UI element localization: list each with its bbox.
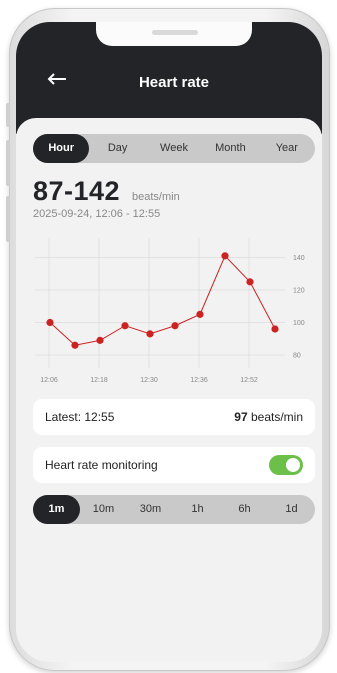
page-title: Heart rate	[138, 74, 210, 91]
tab-hour[interactable]: Hour	[33, 134, 90, 163]
data-point	[246, 278, 254, 286]
tab-1h[interactable]: 1h	[174, 495, 221, 524]
x-tick-label: 12:18	[90, 377, 108, 384]
data-point	[71, 341, 79, 349]
phone-volume-down-button	[6, 196, 10, 242]
data-point	[121, 322, 129, 330]
toggle-knob	[286, 458, 300, 472]
phone-notch	[96, 22, 252, 46]
y-tick-label: 120	[293, 288, 305, 295]
heart-rate-range: 87-142	[33, 176, 121, 206]
latest-bpm: 97	[234, 410, 248, 424]
heart-rate-line	[49, 254, 276, 346]
heart-rate-chart: 80 100 120 140 12:06 12:18 12:30 12:36 12:52	[35, 238, 305, 384]
tab-1m[interactable]: 1m	[33, 495, 80, 524]
latest-reading-label: Latest: 12:55	[45, 410, 115, 424]
x-tick-label: 12:06	[40, 377, 58, 384]
heart-rate-unit: beats/min	[132, 191, 180, 203]
tab-year[interactable]: Year	[259, 134, 315, 163]
time-range: 2025-09-24, 12:06 - 12:55	[33, 208, 161, 220]
monitoring-toggle[interactable]	[269, 455, 303, 475]
y-tick-label: 100	[293, 320, 305, 327]
data-point	[46, 318, 54, 327]
y-tick-label: 80	[293, 353, 301, 360]
tab-month[interactable]: Month	[202, 134, 258, 163]
tab-week[interactable]: Week	[146, 134, 202, 163]
x-tick-label: 12:30	[140, 377, 158, 384]
interval-selector: 1m 10m 30m 1h 6h 1d	[33, 495, 315, 524]
data-point	[271, 325, 279, 333]
x-tick-label: 12:52	[240, 377, 258, 384]
data-point	[196, 310, 204, 318]
period-selector: Hour Day Week Month Year	[33, 134, 315, 163]
tab-1d[interactable]: 1d	[268, 495, 315, 524]
y-tick-label: 140	[293, 255, 305, 262]
tab-day[interactable]: Day	[89, 134, 145, 163]
data-point	[96, 336, 104, 344]
data-point	[146, 330, 154, 338]
latest-reading-card: Latest: 12:55 97 beats/min	[33, 399, 315, 435]
speaker-slot	[152, 30, 198, 35]
x-tick-label: 12:36	[190, 377, 208, 384]
latest-reading-value: 97 beats/min	[234, 410, 303, 424]
monitoring-card: Heart rate monitoring	[33, 447, 315, 483]
data-point	[221, 252, 229, 260]
tab-6h[interactable]: 6h	[221, 495, 268, 524]
data-point	[171, 322, 179, 330]
phone-screen: Heart rate Hour Day Week Month Year 87-1…	[16, 22, 322, 662]
phone-volume-up-button	[6, 140, 10, 186]
monitoring-label: Heart rate monitoring	[45, 458, 158, 472]
tab-10m[interactable]: 10m	[80, 495, 127, 524]
phone-mute-button	[6, 103, 10, 127]
tab-30m[interactable]: 30m	[127, 495, 174, 524]
latest-unit: beats/min	[247, 410, 303, 424]
